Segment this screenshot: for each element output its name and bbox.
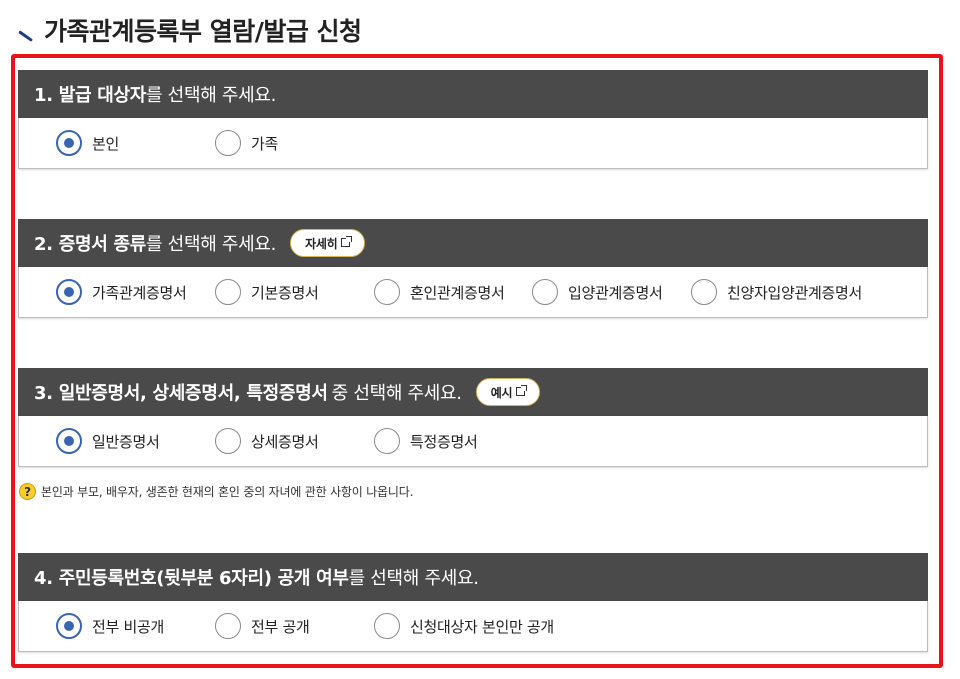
option-label: 입양관계증명서 [568, 283, 663, 302]
radio-unchecked-icon[interactable] [215, 613, 241, 639]
section-options: 가족관계증명서 기본증명서 혼인관계증명서 입양관계증명서 친양자입양관계증명서 [18, 267, 928, 318]
radio-option-self-only[interactable]: 신청대상자 본인만 공개 [374, 601, 554, 651]
external-link-icon [341, 235, 353, 247]
section-title-bold: 1. 발급 대상자 [34, 85, 146, 106]
radio-option-adoption[interactable]: 입양관계증명서 [532, 267, 663, 317]
details-button-label: 자세히 [305, 236, 338, 251]
radio-option-family[interactable]: 가족 [215, 118, 278, 168]
radio-unchecked-icon[interactable] [374, 428, 400, 454]
radio-unchecked-icon[interactable] [532, 279, 558, 305]
section-title-bold: 4. 주민등록번호(뒷부분 6자리) 공개 여부 [34, 568, 349, 589]
section-resident-number: 4. 주민등록번호(뒷부분 6자리) 공개 여부 를 선택해 주세요. 전부 비… [18, 553, 928, 652]
section-title-rest: 를 선택해 주세요. [348, 568, 479, 589]
radio-unchecked-icon[interactable] [691, 279, 717, 305]
radio-checked-icon[interactable] [56, 613, 82, 639]
option-label: 상세증명서 [251, 432, 319, 451]
option-label: 기본증명서 [251, 283, 319, 302]
option-label: 전부 공개 [251, 617, 310, 636]
details-button[interactable]: 자세히 [290, 229, 366, 257]
option-label: 일반증명서 [92, 432, 160, 451]
radio-option-self[interactable]: 본인 [56, 118, 119, 168]
radio-unchecked-icon[interactable] [215, 130, 241, 156]
heading-bullet-icon [18, 26, 34, 42]
option-label: 친양자입양관계증명서 [727, 283, 863, 302]
section-title-bold: 2. 증명서 종류 [34, 234, 146, 255]
section-header: 2. 증명서 종류 를 선택해 주세요. 자세히 [18, 219, 928, 267]
radio-option-all-hidden[interactable]: 전부 비공개 [56, 601, 164, 651]
external-link-icon [516, 384, 528, 396]
section-target: 1. 발급 대상자 를 선택해 주세요. 본인 가족 [18, 70, 928, 169]
example-button[interactable]: 예시 [475, 378, 541, 406]
radio-option-marriage[interactable]: 혼인관계증명서 [374, 267, 505, 317]
section-title-rest: 를 선택해 주세요. [146, 234, 277, 255]
radio-checked-icon[interactable] [56, 428, 82, 454]
radio-option-general[interactable]: 일반증명서 [56, 416, 160, 466]
section-header: 3. 일반증명서, 상세증명서, 특정증명서 중 선택해 주세요. 예시 [18, 368, 928, 416]
section-title-rest: 중 선택해 주세요. [331, 383, 462, 404]
option-label: 특정증명서 [410, 432, 478, 451]
section-certificate-detail: 3. 일반증명서, 상세증명서, 특정증명서 중 선택해 주세요. 예시 일반증… [18, 368, 928, 467]
option-label: 가족 [251, 134, 279, 153]
section-options: 일반증명서 상세증명서 특정증명서 [18, 416, 928, 467]
radio-option-family-relation[interactable]: 가족관계증명서 [56, 267, 187, 317]
section-options: 전부 비공개 전부 공개 신청대상자 본인만 공개 [18, 601, 928, 652]
radio-unchecked-icon[interactable] [374, 279, 400, 305]
example-button-label: 예시 [490, 385, 513, 400]
radio-unchecked-icon[interactable] [215, 279, 241, 305]
radio-option-detailed[interactable]: 상세증명서 [215, 416, 319, 466]
option-label: 신청대상자 본인만 공개 [410, 617, 554, 636]
radio-checked-icon[interactable] [56, 279, 82, 305]
question-icon: ? [19, 483, 36, 500]
section-certificate-type: 2. 증명서 종류 를 선택해 주세요. 자세히 가족관계증명서 기본증명서 혼… [18, 219, 928, 318]
section-options: 본인 가족 [18, 118, 928, 169]
option-label: 전부 비공개 [92, 617, 164, 636]
radio-unchecked-icon[interactable] [374, 613, 400, 639]
section-title-bold: 3. 일반증명서, 상세증명서, 특정증명서 [34, 383, 328, 404]
radio-checked-icon[interactable] [56, 130, 82, 156]
radio-option-specific[interactable]: 특정증명서 [374, 416, 478, 466]
page-title: 가족관계등록부 열람/발급 신청 [44, 17, 362, 46]
section-title-rest: 를 선택해 주세요. [146, 85, 277, 106]
section-header: 4. 주민등록번호(뒷부분 6자리) 공개 여부 를 선택해 주세요. [18, 553, 928, 601]
page-heading: 가족관계등록부 열람/발급 신청 [18, 12, 362, 48]
option-label: 본인 [92, 134, 120, 153]
section-header: 1. 발급 대상자 를 선택해 주세요. [18, 70, 928, 118]
help-note: ? 본인과 부모, 배우자, 생존한 현재의 혼인 중의 자녀에 관한 사항이 … [19, 483, 413, 500]
option-label: 가족관계증명서 [92, 283, 187, 302]
radio-unchecked-icon[interactable] [215, 428, 241, 454]
help-note-text: 본인과 부모, 배우자, 생존한 현재의 혼인 중의 자녀에 관한 사항이 나옵… [41, 485, 414, 499]
radio-option-basic[interactable]: 기본증명서 [215, 267, 319, 317]
radio-option-all-shown[interactable]: 전부 공개 [215, 601, 310, 651]
radio-option-full-adoption[interactable]: 친양자입양관계증명서 [691, 267, 862, 317]
option-label: 혼인관계증명서 [410, 283, 505, 302]
